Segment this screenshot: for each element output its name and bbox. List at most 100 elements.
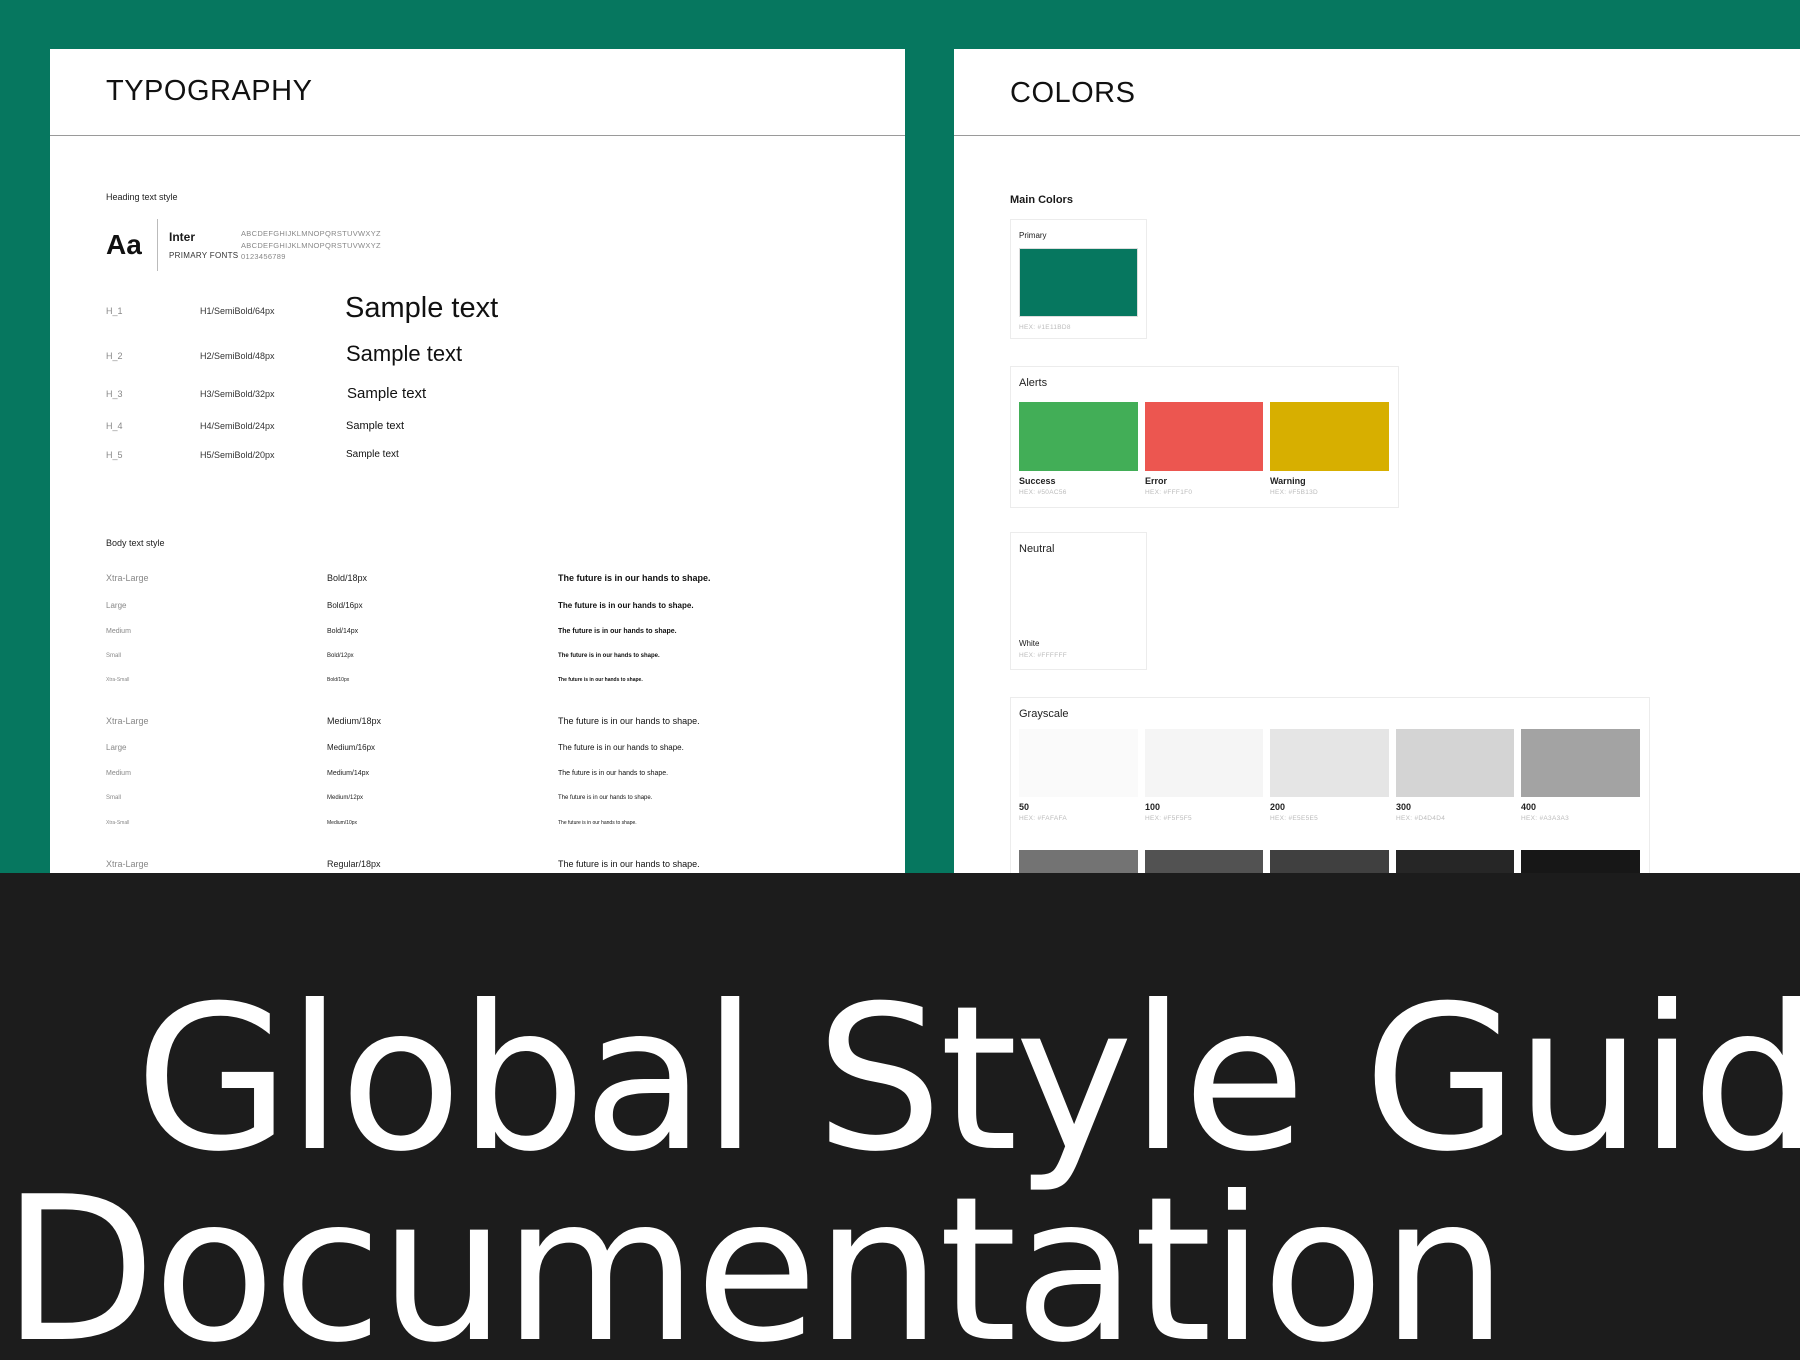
primary-swatch <box>1019 248 1138 317</box>
body-spec: Bold/18px <box>327 573 368 583</box>
heading-section-label: Heading text style <box>106 192 178 202</box>
success-swatch <box>1019 402 1138 471</box>
gray-50-name: 50 <box>1019 802 1030 812</box>
body-sample: The future is in our hands to shape. <box>558 820 637 826</box>
error-hex: HEX: #FFF1F0 <box>1145 489 1193 496</box>
heading-spec: H2/SemiBold/48px <box>200 351 275 361</box>
glyph-digits: 0123456789 <box>241 252 286 261</box>
glyph-upper: ABCDEFGHIJKLMNOPQRSTUVWXYZ <box>241 229 381 238</box>
body-size: Xtra-Large <box>106 716 149 726</box>
heading-sample: Sample text <box>346 449 399 460</box>
body-size: Xtra-Small <box>106 677 130 683</box>
alerts-card: Alerts Success HEX: #50AC56 Error HEX: #… <box>1010 366 1399 508</box>
warning-name: Warning <box>1270 476 1306 486</box>
success-hex: HEX: #50AC56 <box>1019 489 1067 496</box>
headline-band: Global Style Guide Documentation <box>0 873 1800 1360</box>
body-size: Medium <box>106 628 131 635</box>
font-sample-aa: Aa <box>106 229 142 260</box>
heading-spec: H1/SemiBold/64px <box>200 306 275 316</box>
body-sample: The future is in our hands to shape. <box>558 677 643 683</box>
heading-tag: H_4 <box>106 421 123 431</box>
body-sample: The future is in our hands to shape. <box>558 743 684 752</box>
font-role: PRIMARY FONTS <box>169 251 239 260</box>
heading-sample: Sample text <box>347 385 427 402</box>
gray-100-name: 100 <box>1145 802 1161 812</box>
body-spec: Bold/12px <box>327 653 354 659</box>
heading-spec: H3/SemiBold/32px <box>200 389 275 399</box>
typography-title: TYPOGRAPHY <box>106 75 313 107</box>
body-size: Medium <box>106 770 131 777</box>
body-size: Xtra-Small <box>106 820 130 826</box>
body-sample: The future is in our hands to shape. <box>558 716 700 726</box>
body-size: Small <box>106 795 122 801</box>
heading-tag: H_3 <box>106 389 123 399</box>
primary-color-card: Primary HEX: #1E11BD8 <box>1010 219 1147 339</box>
body-size: Large <box>106 743 127 752</box>
body-section-label: Body text style <box>106 538 165 548</box>
body-size: Xtra-Large <box>106 573 149 583</box>
heading-spec: H5/SemiBold/20px <box>200 450 275 460</box>
body-spec: Bold/10px <box>327 677 350 683</box>
gray-200-hex: HEX: #E5E5E5 <box>1270 815 1319 822</box>
main-colors-label: Main Colors <box>1010 194 1073 206</box>
colors-panel: COLORS Main Colors Primary HEX: #1E11BD8… <box>954 49 1800 889</box>
gray-300-hex: HEX: #D4D4D4 <box>1396 815 1446 822</box>
body-spec: Medium/10px <box>327 820 358 826</box>
body-spec: Medium/14px <box>327 770 370 777</box>
warning-hex: HEX: #F5B13D <box>1270 489 1319 496</box>
headline-line-2: Documentation <box>2 1154 1508 1360</box>
body-size: Large <box>106 601 127 610</box>
body-sample: The future is in our hands to shape. <box>558 770 669 777</box>
gray-300-swatch <box>1396 729 1514 797</box>
gray-400-hex: HEX: #A3A3A3 <box>1521 815 1570 822</box>
grayscale-label: Grayscale <box>1019 708 1069 720</box>
colors-title: COLORS <box>1010 77 1136 109</box>
warning-swatch <box>1270 402 1389 471</box>
body-spec: Medium/12px <box>327 795 364 801</box>
primary-hex: HEX: #1E11BD8 <box>1019 324 1071 331</box>
grayscale-card: Grayscale 50 HEX: #FAFAFA 100 HEX: #F5F5… <box>1010 697 1650 889</box>
body-sample: The future is in our hands to shape. <box>558 859 700 869</box>
colors-header: COLORS <box>954 49 1800 136</box>
font-divider <box>157 219 158 271</box>
body-sample: The future is in our hands to shape. <box>558 601 694 610</box>
gray-400-swatch <box>1521 729 1640 797</box>
glyph-lower: ABCDEFGHIJKLMNOPQRSTUVWXYZ <box>241 240 381 250</box>
white-swatch <box>1019 565 1138 627</box>
error-name: Error <box>1145 476 1168 486</box>
body-sample: The future is in our hands to shape. <box>558 628 677 635</box>
gray-100-swatch <box>1145 729 1263 797</box>
neutral-card: Neutral White HEX: #FFFFFF <box>1010 532 1147 670</box>
body-spec: Bold/16px <box>327 601 363 610</box>
body-sample: The future is in our hands to shape. <box>558 653 660 659</box>
error-swatch <box>1145 402 1263 471</box>
alerts-label: Alerts <box>1019 377 1048 389</box>
success-name: Success <box>1019 476 1056 486</box>
heading-tag: H_5 <box>106 450 123 460</box>
body-size: Xtra-Large <box>106 859 149 869</box>
heading-sample: Sample text <box>346 420 405 432</box>
primary-label: Primary <box>1019 231 1047 240</box>
typography-header: TYPOGRAPHY <box>50 49 905 136</box>
gray-50-hex: HEX: #FAFAFA <box>1019 815 1068 822</box>
font-name: Inter <box>169 230 196 244</box>
body-spec: Medium/18px <box>327 716 382 726</box>
heading-tag: H_2 <box>106 351 123 361</box>
body-spec: Medium/16px <box>327 743 376 752</box>
heading-sample: Sample text <box>345 292 499 324</box>
body-sample: The future is in our hands to shape. <box>558 573 711 583</box>
glyph-preview: ABCDEFGHIJKLMNOPQRSTUVWXYZ ABCDEFGHIJKLM… <box>241 228 381 263</box>
white-hex: HEX: #FFFFFF <box>1019 652 1068 659</box>
body-spec: Regular/18px <box>327 859 381 869</box>
heading-tag: H_1 <box>106 306 123 316</box>
heading-spec: H4/SemiBold/24px <box>200 421 275 431</box>
headline-line-1: Global Style Guide <box>135 963 1800 1196</box>
body-sample: The future is in our hands to shape. <box>558 795 653 801</box>
gray-100-hex: HEX: #F5F5F5 <box>1145 815 1192 822</box>
white-name: White <box>1019 639 1040 648</box>
neutral-label: Neutral <box>1019 543 1055 555</box>
gray-300-name: 300 <box>1396 802 1412 812</box>
gray-50-swatch <box>1019 729 1138 797</box>
body-spec: Bold/14px <box>327 628 359 635</box>
gray-200-swatch <box>1270 729 1389 797</box>
